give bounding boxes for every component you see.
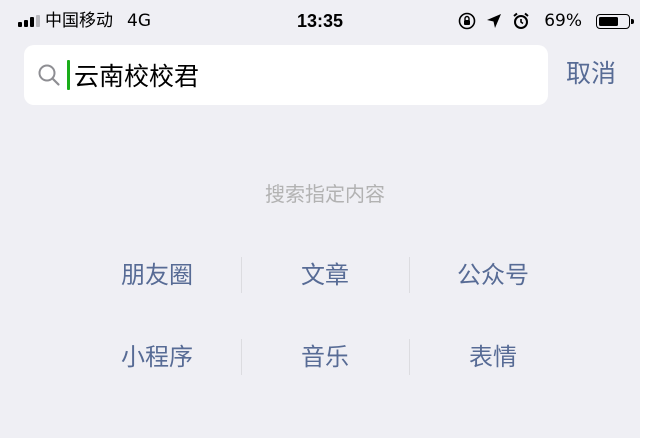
category-row: 小程序 音乐 表情 (73, 332, 577, 382)
search-hint: 搜索指定内容 (265, 182, 385, 206)
search-input[interactable] (74, 55, 514, 95)
search-screen: 中国移动 4G 13:35 69% 云南校校君 取消 搜索指定内容 朋友圈 文章… (0, 0, 640, 438)
category-music[interactable]: 音乐 (241, 332, 409, 382)
search-bar[interactable] (24, 45, 548, 105)
alarm-icon (513, 12, 529, 29)
battery-percent: 69% (544, 11, 582, 31)
text-caret (67, 60, 70, 90)
location-arrow-icon (487, 14, 502, 28)
category-official-accounts[interactable]: 公众号 (409, 250, 577, 300)
category-grid: 朋友圈 文章 公众号 小程序 音乐 表情 (73, 250, 577, 382)
battery-icon (596, 13, 634, 29)
status-bar: 中国移动 4G 13:35 69% (0, 0, 640, 40)
search-icon (38, 64, 60, 86)
status-right: 69% (458, 11, 634, 31)
category-stickers[interactable]: 表情 (409, 332, 577, 382)
cancel-button[interactable]: 取消 (566, 54, 616, 94)
orientation-lock-icon (458, 12, 476, 30)
category-mini-programs[interactable]: 小程序 (73, 332, 241, 382)
category-moments[interactable]: 朋友圈 (73, 250, 241, 300)
category-articles[interactable]: 文章 (241, 250, 409, 300)
screen-edge (640, 0, 646, 438)
category-row: 朋友圈 文章 公众号 (73, 250, 577, 300)
